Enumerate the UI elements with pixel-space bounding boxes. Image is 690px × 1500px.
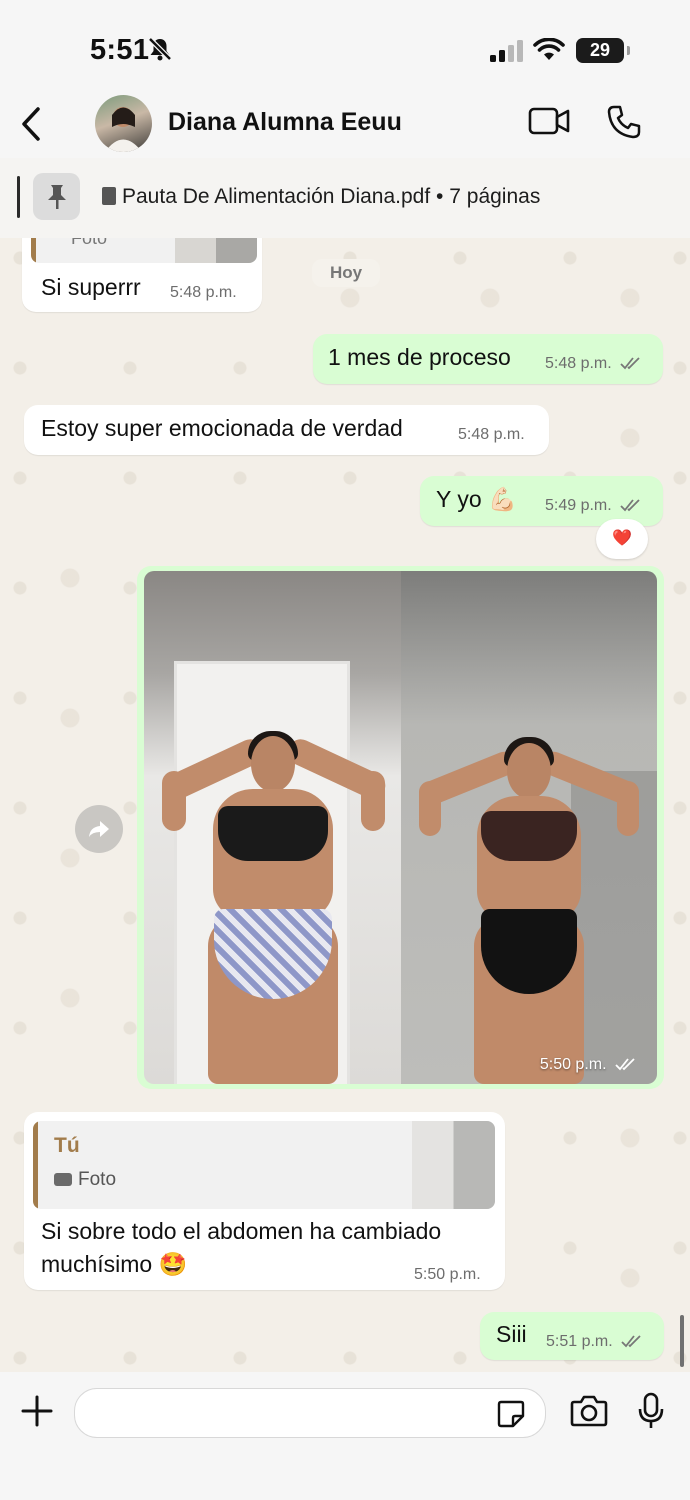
avatar[interactable] — [95, 95, 152, 152]
document-icon — [102, 187, 116, 205]
quoted-kind: Foto — [71, 238, 108, 248]
message-bubble-outgoing[interactable]: Siii 5:51 p.m. — [480, 1312, 664, 1360]
date-chip: Hoy — [312, 259, 380, 287]
message-text: Si superrr — [41, 274, 141, 300]
quoted-kind-row: Foto — [54, 1169, 116, 1191]
pinned-pages: 7 páginas — [449, 185, 541, 208]
signal-icon — [490, 40, 523, 62]
message-time: 5:48 p.m. — [458, 426, 525, 443]
chat-header: Diana Alumna Eeuu — [0, 92, 690, 158]
phone-icon[interactable] — [606, 104, 642, 140]
camera-icon[interactable] — [570, 1394, 608, 1428]
message-time: 5:49 p.m. — [545, 497, 644, 515]
message-time-label: 5:48 p.m. — [545, 355, 612, 372]
message-text: Estoy super emocionada de verdad — [41, 415, 403, 441]
person-figure — [401, 571, 657, 1084]
pin-button[interactable] — [33, 173, 80, 220]
message-text-line-2: muchísimo 🤩 — [41, 1251, 188, 1277]
chat-area[interactable]: Foto Si superrr 5:48 p.m. Hoy 1 mes de p… — [0, 238, 690, 1372]
person-figure — [144, 571, 401, 1084]
pin-icon — [48, 185, 66, 209]
read-ticks-icon — [620, 499, 640, 512]
scrollbar[interactable] — [680, 1315, 684, 1367]
pinned-file-name: Pauta De Alimentación Diana.pdf — [122, 185, 431, 208]
mic-icon[interactable] — [638, 1392, 664, 1430]
pinned-separator: • — [436, 185, 444, 208]
message-time: 5:51 p.m. — [546, 1333, 645, 1351]
quoted-kind: Foto — [78, 1169, 117, 1190]
message-time: 5:48 p.m. — [170, 284, 237, 301]
contact-name[interactable]: Diana Alumna Eeuu — [168, 108, 402, 137]
message-bubble-incoming[interactable]: Foto Si superrr 5:48 p.m. — [22, 238, 262, 312]
message-time: 5:48 p.m. — [545, 355, 644, 373]
quoted-thumbnail — [412, 1121, 495, 1209]
quoted-thumbnail — [175, 238, 257, 263]
read-ticks-icon — [620, 357, 640, 370]
message-bubble-incoming[interactable]: Estoy super emocionada de verdad 5:48 p.… — [24, 405, 549, 455]
message-time: 5:50 p.m. — [540, 1056, 639, 1074]
photo-after — [401, 571, 657, 1084]
pin-indicator — [17, 176, 20, 218]
status-bar: 5:51 29 — [0, 0, 690, 92]
message-time-label: 5:51 p.m. — [546, 1333, 613, 1350]
camera-small-icon — [54, 1173, 72, 1186]
quoted-message[interactable]: Tú Foto — [33, 1121, 495, 1209]
pinned-message-bar[interactable]: Pauta De Alimentación Diana.pdf • 7 pági… — [0, 158, 690, 238]
read-ticks-icon — [621, 1335, 641, 1348]
message-photo-outgoing[interactable]: 5:50 p.m. — [137, 566, 664, 1089]
video-call-icon[interactable] — [528, 106, 570, 136]
message-text: Siii — [496, 1321, 527, 1347]
forward-button[interactable] — [75, 805, 123, 853]
message-text: Y yo 💪🏻 — [436, 486, 517, 512]
composer-bar — [0, 1372, 690, 1500]
progress-photo[interactable]: 5:50 p.m. — [144, 571, 657, 1084]
quote-accent-bar — [33, 1121, 38, 1209]
quoted-message[interactable]: Foto — [31, 238, 257, 263]
reaction-badge[interactable]: ❤️ — [596, 519, 648, 559]
plus-icon[interactable] — [20, 1394, 54, 1428]
message-input[interactable] — [74, 1388, 546, 1438]
bell-slash-icon — [148, 37, 172, 61]
wifi-icon — [533, 38, 565, 60]
message-time: 5:50 p.m. — [414, 1266, 481, 1283]
message-bubble-incoming[interactable]: Tú Foto Si sobre todo el abdomen ha camb… — [24, 1112, 505, 1290]
read-ticks-icon — [615, 1058, 635, 1071]
message-text-line-1: Si sobre todo el abdomen ha cambiado — [41, 1218, 442, 1244]
message-time-label: 5:49 p.m. — [545, 497, 612, 514]
status-time: 5:51 — [90, 34, 150, 66]
forward-icon — [89, 821, 109, 837]
quoted-author: Tú — [54, 1134, 80, 1157]
message-text: 1 mes de proceso — [328, 344, 511, 370]
sticker-icon[interactable] — [496, 1399, 526, 1429]
message-time-label: 5:50 p.m. — [539, 1056, 607, 1073]
battery-indicator: 29 — [576, 38, 630, 63]
back-icon[interactable] — [20, 106, 42, 142]
photo-before — [144, 571, 401, 1084]
pinned-file[interactable]: Pauta De Alimentación Diana.pdf • 7 pági… — [102, 185, 540, 209]
message-bubble-outgoing[interactable]: 1 mes de proceso 5:48 p.m. — [313, 334, 663, 384]
